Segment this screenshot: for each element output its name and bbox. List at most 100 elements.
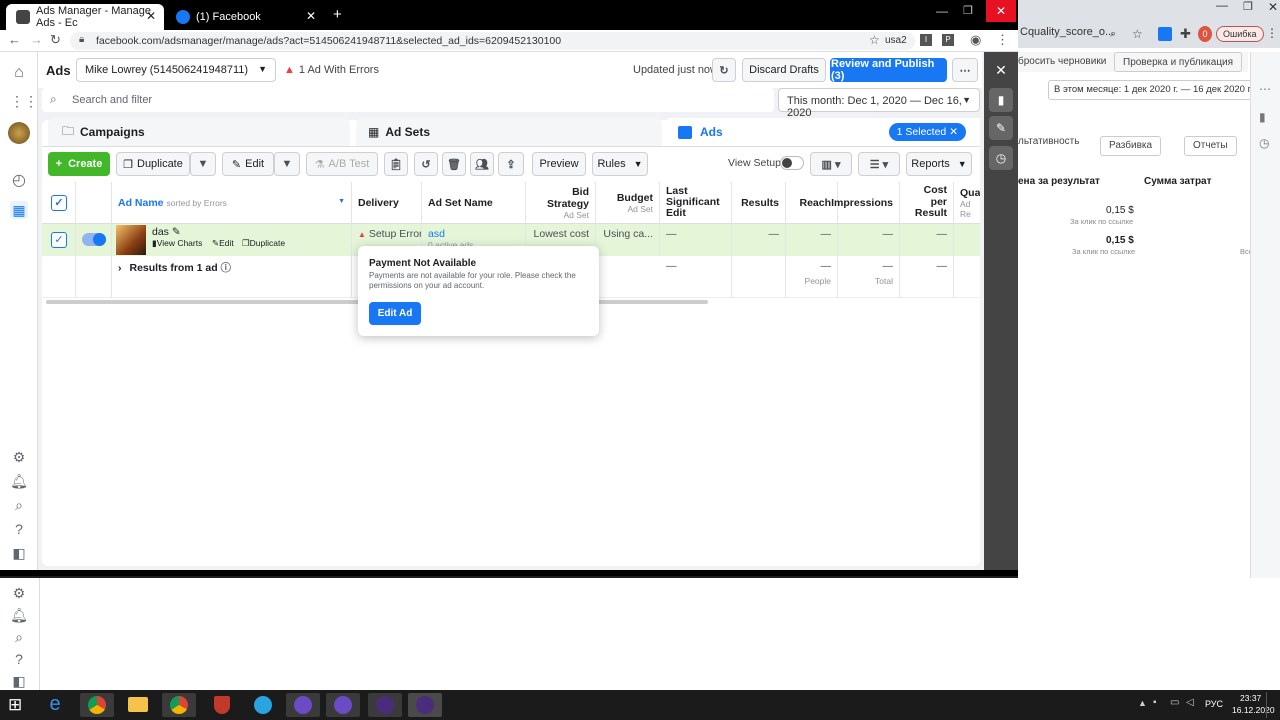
col-delivery[interactable]: Delivery [352,182,422,224]
reports-button[interactable]: Reports ▼ [906,152,972,176]
back-icon[interactable]: ← [8,32,21,47]
error-button[interactable]: Ошибка [1216,26,1264,42]
duplicate-button[interactable]: ❐ Duplicate [116,152,190,176]
dashboard-icon[interactable]: ◴ [10,172,28,190]
col-adset-name[interactable]: Ad Set Name [422,182,526,224]
clock-icon[interactable]: ◷ [989,146,1013,170]
edit-dropdown[interactable]: ▼ [274,152,300,176]
row-duplicate-link[interactable]: ❐Duplicate [242,238,285,249]
tab-facebook[interactable]: (1) Facebook ✕ [166,4,324,30]
avatar-icon[interactable]: 0 [1198,26,1212,42]
windows-start-icon[interactable]: ⊞ [8,695,22,715]
bg-breakdown[interactable]: Разбивка [1100,136,1162,156]
forward-icon[interactable]: → [30,32,43,47]
chrome-icon[interactable] [162,693,196,717]
search-icon[interactable]: ⌕ [10,496,28,514]
extension-icon[interactable] [1158,27,1172,41]
results-summary-label[interactable]: › Results from 1 ad ⓘ [112,256,352,298]
clipboard-button[interactable]: 📋︎ [384,152,408,176]
edit-button[interactable]: ✎ Edit [222,152,274,176]
clock-icon[interactable]: ◷ [1259,136,1269,150]
gear-icon[interactable]: ⚙ [10,448,28,466]
pencil-icon[interactable]: ✎ [172,226,181,238]
create-button[interactable]: + Create [48,152,110,176]
reload-icon[interactable]: ↻ [50,32,61,48]
col-last-edit[interactable]: Last Significant Edit [660,182,732,224]
bg-date-range[interactable]: В этом месяце: 1 дек 2020 г. — 16 дек 20… [1048,80,1268,100]
ad-status-toggle[interactable] [82,233,106,246]
view-charts-link[interactable]: ▮View Charts [152,238,202,249]
apps-grid-icon[interactable]: ⋮⋮ [10,92,38,110]
close-icon[interactable]: ✕ [1268,0,1278,14]
info-icon[interactable]: ⓘ [221,262,232,274]
discard-drafts-button[interactable]: Discard Drafts [742,58,826,82]
col-budget[interactable]: Budget Ad Set [596,182,660,224]
help-icon[interactable]: ? [10,650,28,668]
minimize-icon[interactable]: — [936,4,948,18]
duplicate-dropdown[interactable]: ▼ [190,152,216,176]
selected-badge[interactable]: 1 Selected ✕ [888,123,966,141]
row-checkbox[interactable]: ✓ [51,232,67,248]
refresh-button[interactable]: ↻ [712,58,736,82]
close-icon[interactable]: ✕ [949,126,958,138]
bg-tab-label[interactable]: Cquality_score_o... [1020,26,1114,38]
panel-icon[interactable]: ◧ [10,672,28,690]
avatar[interactable] [8,122,30,144]
app-icon[interactable] [368,693,402,717]
search-filter-bar[interactable]: ⌕ Search and filter [42,88,774,112]
account-icon[interactable]: ◉ [970,32,981,48]
tray-icon[interactable]: ▪ [1153,697,1157,708]
bell-icon[interactable]: 🔔︎ [10,606,28,624]
adset-link[interactable]: asd [428,228,445,240]
select-all-checkbox[interactable]: ✓ [51,195,67,211]
col-impressions[interactable]: Impressions [831,182,900,224]
clock-time[interactable]: 23:37 [1240,693,1261,703]
tab-campaigns[interactable]: 🗀︎ Campaigns [48,118,350,146]
app-icon[interactable] [286,693,320,717]
more-icon[interactable]: ⋮ [996,32,1009,48]
rules-button[interactable]: Rules ▼ [592,152,648,176]
col-bid-strategy[interactable]: Bid Strategy Ad Set [526,182,596,224]
notification-icon[interactable] [1266,692,1278,718]
date-range-picker[interactable]: This month: Dec 1, 2020 — Dec 16, 2020 ▼ [778,88,980,119]
star-icon[interactable]: ☆ [869,33,880,47]
delete-button[interactable]: 🗑︎ [442,152,466,176]
search-icon[interactable]: ⌕ [1110,28,1116,41]
table-icon[interactable]: ▦ [10,201,28,219]
close-icon[interactable]: ✕ [146,9,156,23]
more-icon[interactable]: ⋮ [1266,26,1278,40]
tab-ads-manager[interactable]: Ads Manager - Manage Ads - Ec ✕ [6,4,164,30]
search-icon[interactable]: ⌕ [10,628,28,646]
columns-button[interactable]: ▥ ▾ [810,152,852,176]
language-indicator[interactable]: РУС [1205,699,1223,709]
bg-reports[interactable]: Отчеты [1184,136,1237,156]
col-quality[interactable]: Qua Ad Re [954,182,980,224]
ad-name[interactable]: das ✎ [152,226,181,238]
extension-icon[interactable]: P [942,34,954,46]
col-results[interactable]: Results [732,182,786,224]
export-button[interactable]: ⇪ [498,152,524,176]
star-icon[interactable]: ☆ [1132,27,1143,41]
more-icon[interactable]: ⋯ [1259,82,1271,96]
chart-icon[interactable]: ▮ [1259,110,1266,124]
preview-button[interactable]: Preview [532,152,586,176]
ie-icon[interactable]: e [38,693,72,717]
gear-icon[interactable]: ⚙ [10,584,28,602]
network-icon[interactable]: ▭ [1170,697,1179,708]
app-icon[interactable] [408,693,442,717]
profile-label[interactable]: usa2 [885,35,907,46]
col-ad-name[interactable]: Ad Name sorted by Errors ▼ [112,182,352,224]
panel-icon[interactable]: ◧ [10,544,28,562]
breakdown-button[interactable]: ☰ ▾ [858,152,900,176]
edit-ad-button[interactable]: Edit Ad [369,302,421,325]
explorer-icon[interactable] [120,693,154,717]
tray-chevron-icon[interactable]: ▲ [1138,698,1147,708]
help-icon[interactable]: ? [10,520,28,538]
close-window-icon[interactable]: ✕ [986,0,1016,22]
maximize-icon[interactable]: ❐ [963,4,973,17]
pencil-icon[interactable]: ✎ [989,116,1013,140]
chrome-icon[interactable] [80,693,114,717]
tab-ad-sets[interactable]: ▦ Ad Sets [356,118,662,146]
bg-review[interactable]: Проверка и публикация [1114,52,1243,72]
shield-icon[interactable] [204,693,238,717]
